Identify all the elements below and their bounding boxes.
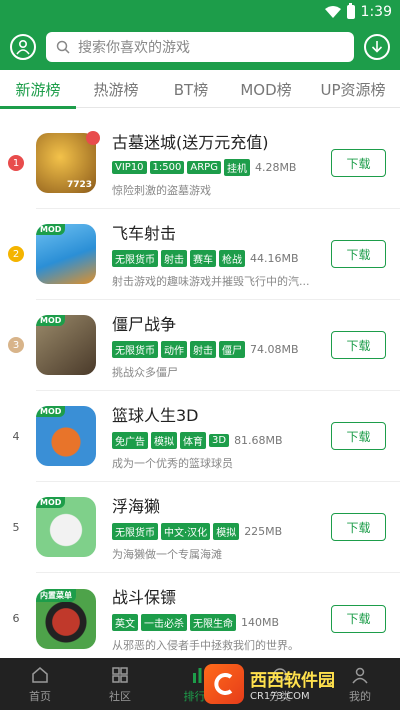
game-icon: MOD — [36, 497, 96, 557]
game-title: 浮海獭 — [112, 496, 161, 516]
tag: 挂机 — [223, 158, 250, 176]
game-icon: MOD — [36, 224, 96, 284]
tag: 体育 — [180, 431, 206, 449]
tag: 无限货币 — [112, 249, 158, 267]
download-manager-button[interactable] — [364, 34, 390, 60]
download-button[interactable]: 下载 — [331, 513, 386, 541]
mod-badge: MOD — [36, 497, 66, 508]
battery-icon — [346, 3, 355, 19]
game-description: 惊险刺激的盗墓游戏 — [112, 183, 211, 197]
tag: 僵尸 — [219, 340, 245, 358]
tag: ARPG — [187, 160, 221, 174]
download-button[interactable]: 下载 — [331, 604, 386, 633]
tag: 枪战 — [219, 249, 245, 267]
hot-badge-icon — [86, 131, 100, 145]
tab-up-resources[interactable]: UP资源榜 — [306, 70, 400, 108]
tag: 免广告 — [112, 431, 148, 449]
list-item[interactable]: 5 MOD 浮海獭 无限货币 中文·汉化 模拟 225MB 为海獭做一个专属海滩… — [13, 482, 400, 573]
search-placeholder: 搜索你喜欢的游戏 — [78, 40, 190, 56]
list-item[interactable]: 4 MOD 篮球人生3D 免广告 模拟 体育 3D 81.68MB 成为一个优秀… — [13, 391, 400, 482]
clock: 1:39 — [360, 4, 392, 20]
user-icon — [16, 39, 30, 55]
file-size: 44.16MB — [250, 251, 299, 265]
menu-badge: 内置菜单 — [36, 588, 76, 602]
tab-hot-games[interactable]: 热游榜 — [76, 70, 156, 108]
nav-label: 社区 — [109, 689, 131, 703]
download-button[interactable]: 下载 — [331, 240, 386, 268]
game-icon: MOD — [36, 315, 96, 375]
game-title: 篮球人生3D — [112, 405, 199, 425]
tag: 1:500 — [149, 160, 185, 174]
top-bar: 搜索你喜欢的游戏 — [0, 24, 400, 70]
rank-number: 5 — [12, 520, 20, 534]
status-bar: 1:39 — [0, 0, 400, 24]
list-item[interactable]: 6 内置菜单 战斗保镖 英文 一击必杀 无限生命 140MB 从邪恶的入侵者手中… — [13, 573, 400, 664]
tag: 中文·汉化 — [161, 522, 211, 540]
mod-badge: MOD — [36, 315, 66, 326]
file-size: 140MB — [241, 616, 280, 629]
rank-badge: 1 — [8, 155, 24, 171]
game-description: 从邪恶的入侵者手中拯救我们的世界。 — [112, 639, 299, 652]
nav-home[interactable]: 首页 — [0, 658, 80, 710]
tag: 动作 — [161, 340, 187, 358]
tab-bt[interactable]: BT榜 — [156, 70, 226, 108]
game-icon: MOD — [36, 406, 96, 466]
tag: 无限货币 — [112, 522, 158, 540]
tag: 一击必杀 — [141, 614, 187, 631]
game-list: 1 7723 古墓迷城(送万元充值) VIP10 1:500 ARPG 挂机 4… — [0, 118, 400, 664]
search-icon — [56, 40, 70, 54]
nav-community[interactable]: 社区 — [80, 658, 160, 710]
tab-mod[interactable]: MOD榜 — [226, 70, 306, 108]
file-size: 225MB — [244, 524, 283, 538]
mod-badge: MOD — [36, 224, 66, 235]
tag: 赛车 — [190, 249, 216, 267]
game-description: 射击游戏的趣味游戏并摧毁飞行中的汽... — [112, 274, 310, 288]
game-title: 飞车射击 — [112, 223, 177, 243]
file-size: 4.28MB — [254, 160, 297, 174]
icon-label: 7723 — [66, 180, 92, 190]
game-title: 战斗保镖 — [112, 588, 177, 607]
tag: VIP10 — [112, 160, 147, 174]
watermark: 西西软件园 CR173.COM — [204, 664, 394, 704]
watermark-logo-icon — [204, 664, 244, 704]
tag: 射击 — [161, 249, 187, 267]
rank-number: 6 — [12, 612, 20, 625]
tag: 3D — [209, 433, 230, 447]
download-button[interactable]: 下载 — [331, 422, 386, 450]
rank-tabs: 新游榜 热游榜 BT榜 MOD榜 UP资源榜 — [0, 70, 400, 109]
list-item[interactable]: 2 MOD 飞车射击 无限货币 射击 赛车 枪战 44.16MB 射击游戏的趣味… — [8, 209, 400, 300]
download-icon — [371, 41, 383, 53]
game-icon: 内置菜单 — [36, 588, 96, 649]
rank-number: 4 — [12, 429, 20, 443]
game-description: 成为一个优秀的篮球球员 — [112, 456, 233, 470]
tab-new-games[interactable]: 新游榜 — [0, 70, 76, 109]
game-description: 为海獭做一个专属海滩 — [112, 547, 222, 561]
list-item[interactable]: 1 7723 古墓迷城(送万元充值) VIP10 1:500 ARPG 挂机 4… — [8, 118, 400, 209]
tag: 无限货币 — [112, 340, 158, 358]
mod-badge: MOD — [36, 406, 66, 417]
tag: 射击 — [190, 340, 216, 358]
watermark-brand: 西西软件园 — [250, 671, 335, 691]
list-item[interactable]: 3 MOD 僵尸战争 无限货币 动作 射击 僵尸 74.08MB 挑战众多僵尸 … — [8, 300, 400, 391]
game-title: 古墓迷城(送万元充值) — [112, 132, 269, 152]
file-size: 81.68MB — [234, 433, 283, 447]
wifi-icon — [324, 6, 341, 18]
grid-icon — [112, 666, 128, 683]
tag: 模拟 — [151, 431, 177, 449]
profile-button[interactable] — [10, 34, 36, 60]
watermark-url: CR173.COM — [250, 691, 310, 702]
game-title: 僵尸战争 — [112, 314, 177, 334]
rank-badge: 2 — [8, 246, 24, 262]
home-icon — [32, 666, 48, 683]
game-description: 挑战众多僵尸 — [112, 365, 178, 379]
file-size: 74.08MB — [250, 342, 299, 356]
tag: 无限生命 — [190, 614, 236, 631]
download-button[interactable]: 下载 — [331, 331, 386, 359]
download-button[interactable]: 下载 — [331, 149, 386, 177]
search-input[interactable]: 搜索你喜欢的游戏 — [46, 32, 354, 62]
nav-label: 首页 — [29, 689, 51, 703]
tag: 模拟 — [213, 522, 240, 540]
rank-badge: 3 — [8, 337, 24, 353]
tag: 英文 — [112, 614, 138, 631]
